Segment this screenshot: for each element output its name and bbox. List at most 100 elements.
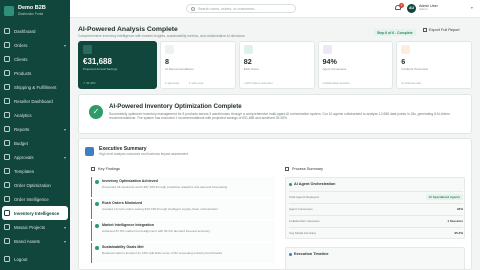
templates-icon	[4, 168, 10, 174]
notification-badge: 1	[399, 3, 404, 8]
document-icon	[85, 147, 94, 156]
sidebar-item-order-optimization[interactable]: Order Optimization	[0, 178, 70, 192]
reports-icon	[4, 126, 10, 132]
search-input[interactable]: Search users, orders, or customers...	[186, 4, 296, 13]
projects-icon	[4, 224, 10, 230]
app-root: Demo B2B Distribution Portal Dashboard O…	[0, 0, 480, 270]
budget-icon	[4, 140, 10, 146]
status-badge: Step 6 of 6 - Complete	[374, 29, 416, 36]
main-content: AI-Powered Analysis Complete Comprehensi…	[74, 18, 476, 270]
list-item: Sustainability Goals Met Reduced carbon …	[91, 243, 275, 263]
check-icon	[95, 246, 99, 250]
sidebar-item-brand-assets[interactable]: Brand Assets ▾	[0, 234, 70, 248]
process-icon	[285, 167, 289, 171]
analytics-icon	[4, 112, 10, 118]
check-icon	[95, 180, 99, 184]
bot-icon	[289, 183, 292, 186]
table-row: Agent Consensus 94%	[289, 203, 463, 214]
chevron-down-icon: ▾	[63, 42, 66, 48]
approvals-icon	[4, 154, 10, 160]
sidebar-item-reports[interactable]: Reports ▾	[0, 122, 70, 136]
leaf-icon	[243, 45, 253, 54]
sidebar-item-reseller-dashboard[interactable]: Reseller Dashboard	[0, 94, 70, 108]
truck-icon	[4, 84, 10, 90]
kpi-card-savings: €31,688 Projected Annual Savings ↗ 39.45…	[78, 41, 158, 89]
agent-orchestration-card: AI Agent Orchestration Total Agents Depl…	[285, 177, 465, 239]
chevron-down-icon: ▾	[63, 126, 66, 132]
findings-list: Inventory Optimization Achieved Prevente…	[91, 177, 275, 265]
lightbulb-icon	[165, 45, 175, 54]
sidebar-item-orders[interactable]: Orders ▾	[0, 38, 70, 52]
currency-icon	[83, 45, 92, 54]
kpi-card-consensus: 94% Agent Consensus Collaborative decisi…	[317, 41, 394, 89]
kpi-row: €31,688 Projected Annual Savings ↗ 39.45…	[78, 41, 473, 89]
sidebar-item-inventory-intelligence[interactable]: Inventory Intelligence	[2, 206, 68, 220]
sidebar-item-budget[interactable]: Budget	[0, 136, 70, 150]
download-icon	[423, 28, 427, 32]
shield-icon	[401, 45, 411, 54]
kpi-card-incidents: 6 Incidents Prevented 0 incidents total	[396, 41, 473, 89]
table-row: Avg Model Accuracy 95.2%	[289, 227, 463, 238]
chevron-down-icon[interactable]: ▾	[471, 6, 473, 10]
logout-icon	[4, 256, 10, 262]
list-item: Market Intelligence Integration Achieved…	[91, 221, 275, 241]
inventory-icon	[4, 210, 10, 216]
clients-icon	[4, 56, 10, 62]
brand[interactable]: Demo B2B Distribution Portal	[0, 0, 70, 22]
brand-name: Demo B2B	[18, 5, 46, 12]
banner-description: Successfully optimized inventory managem…	[109, 112, 450, 121]
optimization-icon	[4, 182, 10, 188]
sidebar-item-templates[interactable]: Templates	[0, 164, 70, 178]
brand-assets-icon	[4, 238, 10, 244]
sidebar: Demo B2B Distribution Portal Dashboard O…	[0, 0, 70, 270]
completion-banner: ✓ AI-Powered Inventory Optimization Comp…	[78, 94, 472, 134]
list-item: Inventory Optimization Achieved Prevente…	[91, 177, 275, 197]
intelligence-icon	[4, 196, 10, 202]
executive-summary: Executive Summary High-level analysis ou…	[78, 138, 472, 270]
chevron-down-icon: ▾	[63, 224, 66, 230]
page-title: AI-Powered Analysis Complete	[78, 26, 178, 33]
summary-subtitle: High-level analysis outcomes and busines…	[99, 152, 189, 156]
sidebar-item-clients[interactable]: Clients	[0, 52, 70, 66]
banner-title: AI-Powered Inventory Optimization Comple…	[109, 103, 242, 110]
target-icon	[91, 167, 95, 171]
search-placeholder: Search users, orders, or customers...	[198, 6, 258, 11]
check-icon	[95, 224, 99, 228]
list-item: Rush Orders Minimized Avoided 12 rush or…	[91, 199, 275, 219]
key-findings-header: Key Findings	[91, 167, 120, 171]
dashboard-icon	[4, 28, 10, 34]
brand-logo	[4, 6, 14, 16]
check-icon	[95, 202, 99, 206]
page-subtitle: Comprehensive inventory intelligence wit…	[78, 34, 245, 38]
table-row: Collaboration Sessions 1 Sessions	[289, 215, 463, 226]
avatar[interactable]: AU	[407, 4, 416, 13]
notification-button[interactable]: 1	[395, 3, 404, 12]
brand-subtitle: Distribution Portal	[18, 11, 44, 16]
sidebar-nav: Dashboard Orders ▾ Clients Products Shipp…	[0, 24, 70, 248]
kpi-card-esg: 82 ESG Score +12% carbon reduction	[238, 41, 315, 89]
table-row: Total Agents Deployed 10 Specialized Age…	[289, 191, 463, 202]
process-summary-header: Process Summary	[285, 167, 323, 171]
check-circle-icon: ✓	[89, 105, 103, 119]
orders-icon	[4, 42, 10, 48]
export-report-button[interactable]: Export Full Report	[423, 28, 460, 32]
kpi-card-recommendations: 8 AI Recommendations 1 approved 1 auto-e…	[160, 41, 236, 89]
users-icon	[322, 45, 332, 54]
sidebar-item-analytics[interactable]: Analytics	[0, 108, 70, 122]
sidebar-item-order-intelligence[interactable]: Order Intelligence	[0, 192, 70, 206]
sidebar-item-mosaic-projects[interactable]: Mosaic Projects ▾	[0, 220, 70, 234]
sidebar-item-dashboard[interactable]: Dashboard	[0, 24, 70, 38]
reseller-icon	[4, 98, 10, 104]
sidebar-item-approvals[interactable]: Approvals ▾	[0, 150, 70, 164]
products-icon	[4, 70, 10, 76]
user-menu[interactable]: Admin User Admin	[419, 4, 438, 12]
topbar: Search users, orders, or customers... 1 …	[70, 0, 480, 18]
sidebar-item-shipping[interactable]: Shipping & Fulfillment	[0, 80, 70, 94]
chevron-down-icon: ▾	[63, 154, 66, 160]
sidebar-item-products[interactable]: Products	[0, 66, 70, 80]
chevron-down-icon: ▾	[63, 238, 66, 244]
logout-button[interactable]: Logout	[0, 252, 31, 266]
user-role: Admin	[419, 7, 428, 12]
clock-icon	[289, 253, 292, 256]
search-icon	[191, 6, 195, 11]
